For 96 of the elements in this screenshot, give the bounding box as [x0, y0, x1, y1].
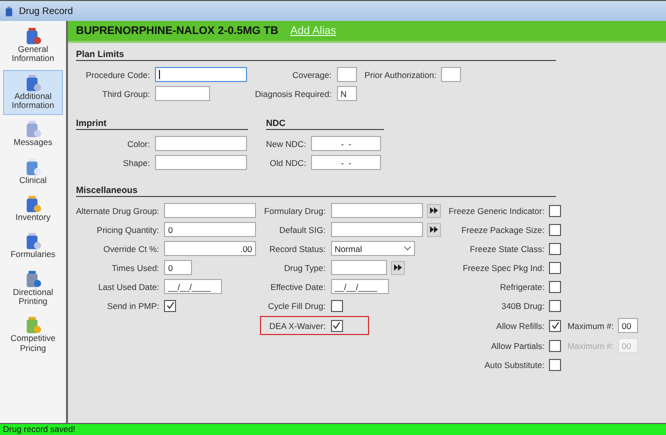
- bottle-icon: [24, 120, 42, 138]
- field-label: Freeze Package Size:: [460, 224, 546, 234]
- section-title: Imprint: [76, 118, 248, 130]
- input-field[interactable]: [330, 260, 387, 275]
- input-field[interactable]: N: [336, 86, 357, 101]
- input-field[interactable]: [155, 67, 247, 82]
- checkbox[interactable]: [549, 204, 562, 216]
- field-label: Freeze Spec Pkg Ind:: [462, 262, 546, 272]
- checkbox[interactable]: [164, 300, 176, 312]
- input-field[interactable]: - -: [311, 136, 382, 151]
- checkbox[interactable]: [330, 320, 343, 332]
- field-label: Third Group:: [101, 88, 151, 98]
- checkbox[interactable]: [549, 300, 562, 312]
- maximum-field[interactable]: 00: [618, 318, 638, 333]
- field-label: Cycle Fill Drug:: [266, 300, 327, 310]
- field-label: Last Used Date:: [97, 282, 160, 292]
- checkbox[interactable]: [549, 224, 562, 236]
- sidebar-item[interactable]: Clinical: [3, 154, 63, 190]
- field-label: Freeze Generic Indicator:: [448, 206, 546, 216]
- status-text: Drug record saved!: [3, 424, 76, 434]
- input-field[interactable]: [155, 86, 210, 101]
- field-label: Diagnosis Required:: [255, 88, 333, 98]
- sidebar-item[interactable]: Formularies: [3, 228, 63, 265]
- field-label: Formulary Drug:: [264, 206, 327, 216]
- field-label: Alternate Drug Group:: [76, 206, 160, 216]
- field-label: Color:: [126, 138, 151, 148]
- field-label: Effective Date:: [269, 282, 327, 292]
- bottle-icon: [24, 27, 42, 45]
- field-label: Drug Type:: [283, 262, 327, 272]
- field-label: Times Used:: [110, 262, 160, 272]
- double-arrow-icon: [394, 264, 402, 271]
- field-label: Pricing Quantity:: [96, 224, 160, 234]
- maximum-label: Maximum #:: [567, 320, 614, 330]
- checkbox[interactable]: [549, 262, 562, 274]
- bottle-icon: [5, 6, 13, 16]
- bottle-icon: [24, 270, 42, 288]
- section-title: NDC: [266, 118, 384, 130]
- field-label: Auto Substitute:: [483, 360, 546, 370]
- sidebar-item[interactable]: Competitive Pricing: [3, 312, 63, 358]
- window-title: Drug Record: [19, 6, 73, 16]
- bottle-icon: [24, 158, 42, 176]
- bottle-icon: [24, 195, 42, 214]
- checkbox[interactable]: [549, 242, 562, 254]
- bottle-icon: [24, 74, 42, 92]
- field-label: Freeze State Class:: [468, 244, 546, 254]
- sidebar-item[interactable]: Directional Printing: [3, 266, 63, 312]
- field-label: Allow Refills:: [495, 320, 546, 330]
- field-label: Old NDC:: [268, 158, 308, 168]
- input-field[interactable]: .00: [164, 241, 256, 256]
- double-arrow-icon: [430, 207, 438, 214]
- lookup-button[interactable]: [390, 260, 405, 274]
- field-label: New NDC:: [266, 138, 308, 148]
- lookup-button[interactable]: [426, 222, 441, 236]
- field-label: DEA X-Waiver:: [268, 320, 327, 330]
- section-title: Plan Limits: [76, 49, 556, 61]
- field-label: 340B Drug:: [500, 300, 546, 310]
- field-label: Refrigerate:: [499, 282, 546, 292]
- maximum-label: Maximum #:: [567, 340, 614, 350]
- input-field[interactable]: [155, 155, 247, 170]
- bottle-icon: [24, 232, 42, 250]
- field-label: Send in PMP:: [106, 300, 160, 310]
- input-field[interactable]: 0: [164, 222, 256, 237]
- input-field[interactable]: [441, 67, 462, 82]
- bottle-icon: [24, 316, 42, 334]
- sidebar-item[interactable]: Inventory: [3, 191, 63, 228]
- input-field[interactable]: 0: [164, 260, 192, 275]
- field-label: Shape:: [122, 158, 151, 168]
- input-field[interactable]: __/__/____: [164, 279, 222, 294]
- field-label: Record Status:: [268, 244, 327, 254]
- field-label: Allow Partials:: [490, 340, 546, 350]
- sidebar-item[interactable]: General Information: [3, 23, 63, 69]
- input-field[interactable]: [164, 203, 256, 218]
- checkbox[interactable]: [330, 300, 343, 312]
- section-title: Miscellaneous: [76, 185, 556, 197]
- field-label: Prior Authorization:: [364, 70, 438, 80]
- checkbox[interactable]: [549, 280, 562, 292]
- input-field[interactable]: __/__/____: [330, 279, 389, 294]
- field-label: Default SIG:: [278, 224, 327, 234]
- field-label: Coverage:: [291, 70, 333, 80]
- input-field[interactable]: [330, 203, 423, 218]
- double-arrow-icon: [430, 226, 438, 233]
- drug-name: BUPRENORPHINE-NALOX 2-0.5MG TB: [76, 25, 278, 37]
- checkbox[interactable]: [549, 340, 562, 352]
- checkbox[interactable]: [549, 320, 562, 332]
- field-label: Override Ct %:: [102, 244, 160, 254]
- input-field[interactable]: - -: [311, 155, 382, 170]
- sidebar-item[interactable]: Messages: [3, 116, 63, 153]
- sidebar-item[interactable]: Additional Information: [3, 70, 63, 116]
- chevron-icon: [404, 246, 411, 251]
- input-field[interactable]: [330, 222, 423, 237]
- input-field[interactable]: [336, 67, 357, 82]
- input-field[interactable]: [155, 136, 247, 151]
- field-label: Procedure Code:: [84, 70, 151, 80]
- checkbox[interactable]: [549, 358, 562, 370]
- lookup-button[interactable]: [426, 204, 441, 218]
- status-dropdown[interactable]: Normal: [330, 241, 415, 256]
